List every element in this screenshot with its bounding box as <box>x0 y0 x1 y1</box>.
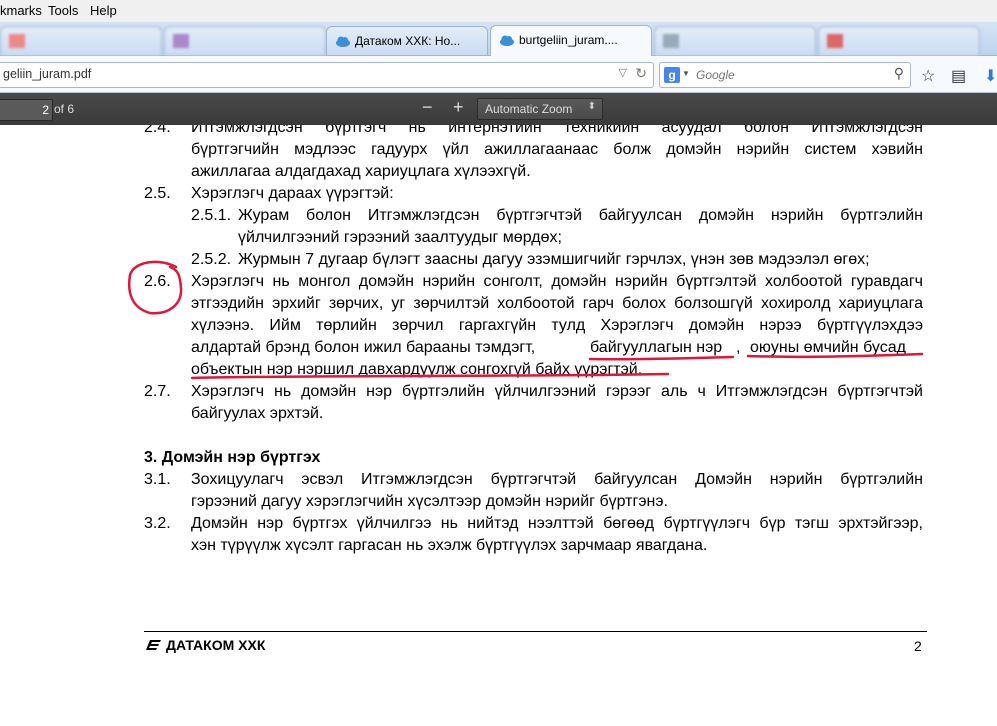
paragraph-line: Хэрэглэгч дараах үүрэгтэй: <box>191 185 394 202</box>
paragraph-line: Хэрэглэгч нь домэйн нэр бүртгэлийн үйлчи… <box>191 383 923 400</box>
tab-favicon-icon <box>663 34 679 48</box>
paragraph-line: Итгэмжлэгдсэн бүртгэгч нь интернэтийн те… <box>191 125 923 136</box>
paragraph-line: Журмын 7 дугаар бүлэгт заасны дагуу эзэм… <box>238 251 870 268</box>
paragraph-line: Журам болон Итгэмжлэгдсэн бүртгэгчтэй ба… <box>238 207 923 224</box>
paragraph-line: Домэйн нэр бүртгэх үйлчилгээ нь нийтэд н… <box>191 515 923 532</box>
item-number: 2.5.1. <box>191 207 232 224</box>
highlighted-phrase: оюуны өмчийн бусад <box>750 339 906 356</box>
menu-bar: kmarks Tools Help <box>0 0 997 22</box>
bookmark-star-icon[interactable]: ☆ <box>921 66 935 86</box>
zoom-in-button[interactable]: + <box>453 97 464 118</box>
cloud-icon <box>336 36 350 47</box>
tab-blurred-2[interactable] <box>164 26 326 55</box>
item-number: 2.5. <box>144 185 171 202</box>
url-history-dropdown-icon[interactable]: ▽ <box>619 66 627 79</box>
pdf-toolbar: of 6 − + Automatic Zoom ⬍ <box>0 93 997 125</box>
zoom-out-button[interactable]: − <box>422 97 433 118</box>
paragraph-line: алдартай брэнд болон ижил барааны тэмдэг… <box>191 339 536 356</box>
tab-favicon-icon <box>827 34 843 48</box>
paragraph-line: Зохицуулагч эсвэл Итгэмжлэгдсэн бүртгэгч… <box>191 471 923 488</box>
paragraph-line: Хэрэглэгч нь монгол домэйн нэрийн сонгол… <box>191 273 923 290</box>
tab-blurred-3[interactable] <box>654 26 816 55</box>
footer-page-number: 2 <box>914 638 922 654</box>
url-bar[interactable]: geliin_juram.pdf ▽ ↻ <box>0 62 654 88</box>
tab-blurred-4[interactable] <box>818 26 980 55</box>
footer-company: ДАТАКОМ ХХК <box>144 637 265 653</box>
search-box[interactable]: g ▼ ⚲ <box>659 62 911 88</box>
footer-company-name: ДАТАКОМ ХХК <box>166 637 266 653</box>
highlighted-phrase: байгууллагын нэр <box>590 339 723 356</box>
tab-favicon-icon <box>9 34 25 48</box>
bookmarks-list-icon[interactable]: ▤ <box>951 66 966 86</box>
item-number: 2.5.2. <box>191 251 232 268</box>
url-text: geliin_juram.pdf <box>3 67 92 81</box>
tab-favicon-icon <box>173 34 189 48</box>
paragraph-line: байгуулах эрхтэй. <box>191 405 324 422</box>
zoom-select[interactable]: Automatic Zoom ⬍ <box>477 98 603 120</box>
datacom-logo-icon <box>146 640 161 650</box>
item-number: 2.4. <box>144 125 171 136</box>
chevron-updown-icon: ⬍ <box>587 101 596 112</box>
tab-label: Датаком ХХК: Но... <box>355 34 461 48</box>
search-input[interactable] <box>694 66 878 84</box>
footer-rule <box>144 631 927 632</box>
google-icon[interactable]: g <box>664 67 680 83</box>
paragraph-line: хэн түрүүлж хүсэлт гаргасан нь эхэлж бүр… <box>191 537 708 554</box>
download-icon[interactable]: ⬇ <box>984 66 997 86</box>
zoom-select-value: Automatic Zoom <box>485 102 573 116</box>
menu-bookmarks[interactable]: kmarks <box>0 3 42 18</box>
tab-blurred-1[interactable] <box>0 26 162 55</box>
tab-burtgeliin-juram[interactable]: burtgeliin_juram.... <box>490 25 652 56</box>
tab-strip: Датаком ХХК: Но... burtgeliin_juram.... <box>0 22 997 56</box>
section-heading: 3. Домэйн нэр бүртгэх <box>144 449 321 466</box>
page-number-input[interactable] <box>0 99 53 121</box>
page-count: of 6 <box>54 102 75 116</box>
annotation-underline <box>588 355 735 361</box>
paragraph-line: хүлээнэ. Ийм төрлийн зөрчил гаргахгүйн т… <box>191 317 923 334</box>
paragraph-line: ажиллагаа алдагдахад хариуцлага хүлээхгү… <box>191 163 531 180</box>
menu-tools[interactable]: Tools <box>48 3 78 18</box>
paragraph-line: үйлчилгээний гэрээний заалтуудыг мөрдөх; <box>238 229 562 246</box>
reload-icon[interactable]: ↻ <box>635 65 647 82</box>
punctuation: , <box>736 339 741 356</box>
search-engine-dropdown-icon[interactable]: ▼ <box>682 69 690 78</box>
tab-datacom[interactable]: Датаком ХХК: Но... <box>326 26 488 55</box>
paragraph-line: объектын нэр нэршил давхардуулж сонгохгү… <box>191 361 643 378</box>
paragraph-line: бүртгэгчийн мэдлээс гадуурх үйл ажиллага… <box>191 141 923 158</box>
tab-label: burtgeliin_juram.... <box>519 33 618 47</box>
search-icon[interactable]: ⚲ <box>894 65 904 82</box>
item-number: 2.6. <box>144 273 171 290</box>
paragraph-line: этгээдийн эрхийг зөрчих, уг зөрчилтэй хо… <box>191 295 923 312</box>
item-number: 3.2. <box>144 515 171 532</box>
paragraph-line: гэрээний дагуу хэрэглэгчийн хүсэлтээр до… <box>191 493 668 510</box>
item-number: 3.1. <box>144 471 171 488</box>
menu-help[interactable]: Help <box>90 3 117 18</box>
pdf-page: 2.4. Итгэмжлэгдсэн бүртгэгч нь интернэти… <box>0 125 997 726</box>
item-number: 2.7. <box>144 383 171 400</box>
navigation-bar: geliin_juram.pdf ▽ ↻ g ▼ ⚲ ☆ ▤ ⬇ <box>0 56 997 93</box>
cloud-icon <box>500 35 514 46</box>
